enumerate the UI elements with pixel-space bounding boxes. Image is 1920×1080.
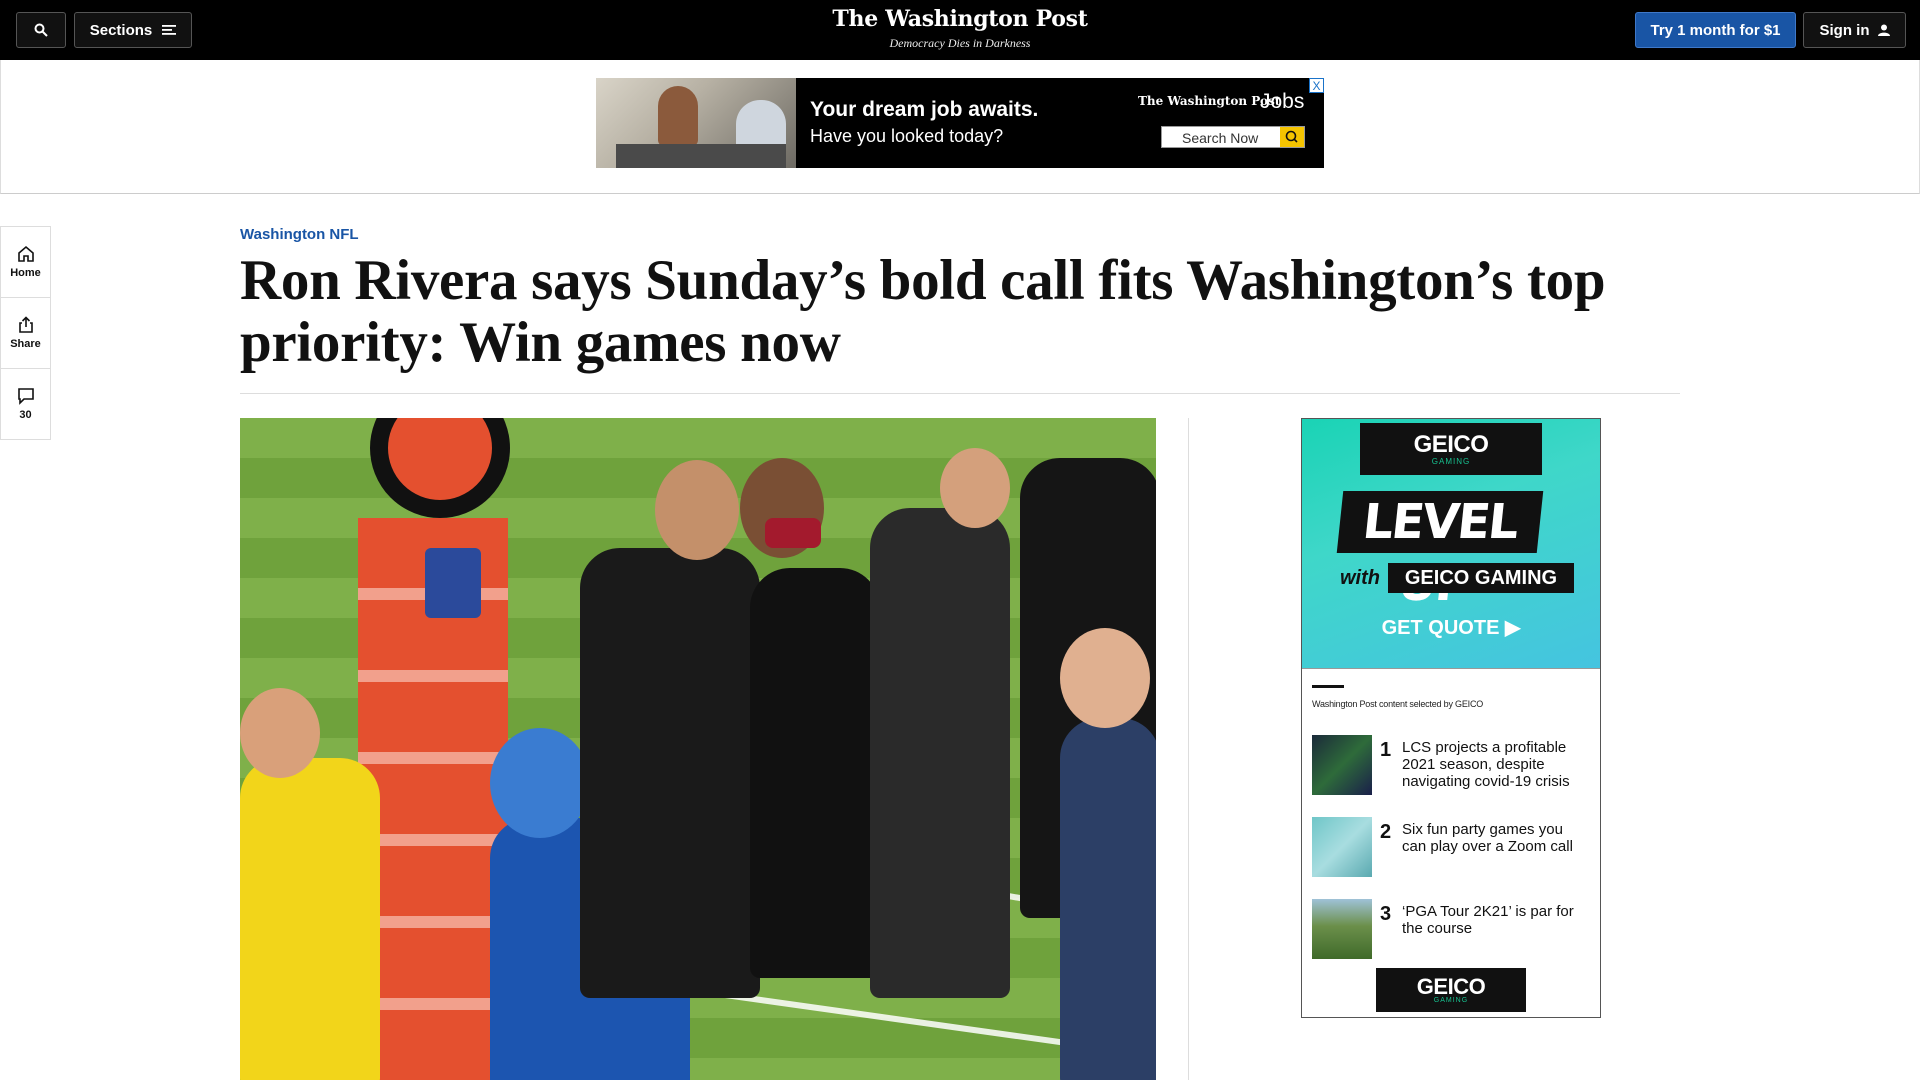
ad-photo-handshake <box>596 78 796 168</box>
rail-home-button[interactable]: Home <box>0 226 51 298</box>
site-tagline: Democracy Dies in Darkness <box>889 36 1031 50</box>
share-icon <box>18 316 33 333</box>
lead-photo <box>240 418 1156 1080</box>
user-icon <box>1877 24 1890 36</box>
ad-search-label: Search Now <box>1182 130 1259 146</box>
ad-jobs-label: Jobs <box>1260 90 1305 113</box>
sign-in-button[interactable]: Sign in <box>1803 12 1906 48</box>
site-logo[interactable]: The Washington Post Democracy Dies in Da… <box>760 6 1160 51</box>
article-headline: Ron Rivera says Sunday’s bold call fits … <box>240 249 1606 374</box>
get-quote-button[interactable]: GET QUOTE ▶ <box>1302 615 1600 640</box>
item-thumbnail <box>1312 735 1372 795</box>
sign-in-label: Sign in <box>1819 21 1870 39</box>
rail-home-label: Home <box>10 267 41 279</box>
geico-footer-text: GEICO <box>1416 974 1486 999</box>
hamburger-menu-icon <box>162 25 177 35</box>
geico-ad-hero[interactable]: GEICO GAMING LEVEL UP with GEICO GAMING … <box>1302 419 1600 669</box>
home-icon <box>17 245 34 262</box>
list-item[interactable]: 2 Six fun party games you can play over … <box>1312 817 1592 879</box>
ad-subline: Have you looked today? <box>810 126 1004 146</box>
subscribe-button[interactable]: Try 1 month for $1 <box>1635 12 1796 48</box>
with-text: with <box>1340 567 1380 589</box>
geico-logo-sub: GAMING <box>1431 457 1471 466</box>
geico-gaming-label: GEICO GAMING <box>1388 563 1574 593</box>
jobs-banner-ad[interactable]: Your dream job awaits. Have you looked t… <box>596 78 1324 168</box>
item-title: Six fun party games you can play over a … <box>1402 821 1573 855</box>
level-up-text: LEVEL UP <box>1336 491 1544 612</box>
list-item[interactable]: 3 ‘PGA Tour 2K21’ is par for the course <box>1312 899 1592 961</box>
item-thumbnail <box>1312 817 1372 877</box>
item-number: 2 <box>1380 821 1392 843</box>
item-number: 3 <box>1380 903 1392 925</box>
top-navigation-bar: Sections The Washington Post Democracy D… <box>0 0 1920 60</box>
item-title: ‘PGA Tour 2K21’ is par for the course <box>1402 903 1574 937</box>
rail-comments-button[interactable]: 30 <box>0 368 51 440</box>
article-action-rail: Home Share 30 <box>0 226 51 440</box>
sections-label: Sections <box>89 21 153 39</box>
search-button[interactable] <box>16 12 66 48</box>
article-kicker[interactable]: Washington NFL <box>240 226 359 243</box>
item-thumbnail <box>1312 899 1372 959</box>
geico-logo: GEICO GAMING <box>1360 423 1542 475</box>
rail-share-button[interactable]: Share <box>0 297 51 369</box>
geico-content-list: Washington Post content selected by GEIC… <box>1302 669 1600 1017</box>
list-item[interactable]: 1 LCS projects a profitable 2021 season,… <box>1312 735 1592 797</box>
logo-wordmark: The Washington Post <box>832 6 1088 32</box>
comments-count: 30 <box>19 409 32 421</box>
geico-logo-text: GEICO <box>1413 431 1489 458</box>
geico-footer-logo[interactable]: GEICO GAMING <box>1376 968 1526 1012</box>
selected-by-label: Washington Post content selected by GEIC… <box>1312 699 1484 709</box>
ad-headline: Your dream job awaits. <box>810 98 1039 121</box>
section-bar <box>1312 685 1344 688</box>
ad-close-icon[interactable]: X <box>1309 78 1324 93</box>
column-divider <box>1188 418 1189 1080</box>
search-icon <box>34 23 48 37</box>
geico-footer-sub: GAMING <box>1433 997 1469 1004</box>
ad-search-box[interactable]: Search Now <box>1161 126 1305 148</box>
comment-icon <box>17 388 34 405</box>
ad-brand-logo: The Washington Post <box>1138 94 1281 108</box>
geico-sidebar-ad[interactable]: GEICO GAMING LEVEL UP with GEICO GAMING … <box>1301 418 1601 1018</box>
item-number: 1 <box>1380 739 1392 761</box>
ad-search-icon[interactable] <box>1280 127 1304 147</box>
item-title: LCS projects a profitable 2021 season, d… <box>1402 739 1570 790</box>
sections-menu-button[interactable]: Sections <box>74 12 192 48</box>
headline-divider <box>240 393 1680 394</box>
rail-share-label: Share <box>10 338 41 350</box>
